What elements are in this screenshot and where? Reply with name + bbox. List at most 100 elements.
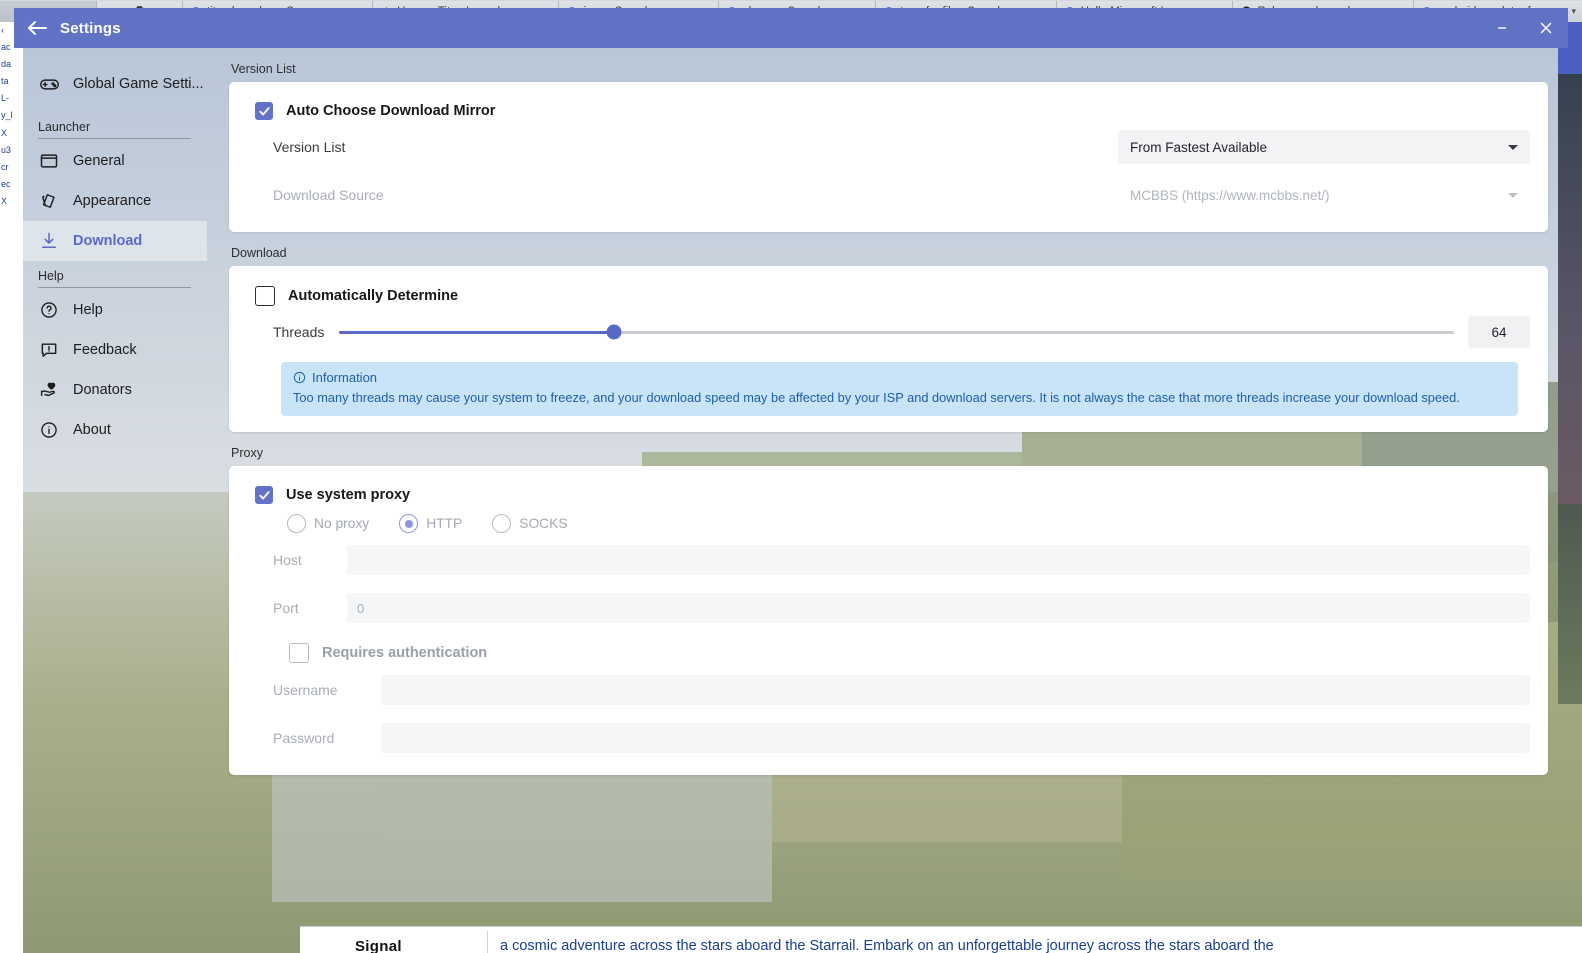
sidebar-item-feedback[interactable]: Feedback xyxy=(14,330,207,370)
proxy-password-row: Password xyxy=(247,717,1530,759)
proxy-username-row: Username xyxy=(247,669,1530,711)
group-label-proxy: Proxy xyxy=(231,446,1548,460)
requires-authentication-checkbox[interactable] xyxy=(289,643,309,663)
sidebar-item-label: Feedback xyxy=(73,342,137,358)
sidebar-item-general[interactable]: General xyxy=(14,141,207,181)
chevron-down-icon xyxy=(1508,145,1518,150)
proxy-card: Use system proxy No proxy HTTP SOCKS Hos… xyxy=(229,466,1548,775)
download-card: Automatically Determine Threads 64 xyxy=(229,266,1548,432)
sidebar-item-label: Download xyxy=(73,233,142,249)
version-list-row: Version List From Fastest Available xyxy=(247,126,1530,168)
close-icon xyxy=(1538,20,1554,36)
proxy-host-input[interactable] xyxy=(347,545,1530,575)
use-system-proxy-row[interactable]: Use system proxy xyxy=(255,486,1530,504)
information-title: Information xyxy=(312,370,377,385)
sidebar-item-label: Global Game Setti... xyxy=(73,76,204,92)
proxy-password-input[interactable] xyxy=(381,723,1530,753)
question-circle-icon xyxy=(38,299,60,321)
auto-choose-download-mirror-row[interactable]: Auto Choose Download Mirror xyxy=(255,102,1530,120)
window-icon xyxy=(38,150,60,172)
download-source-row: Download Source MCBBS (https://www.mcbbs… xyxy=(247,174,1530,216)
information-body: Too many threads may cause your system t… xyxy=(293,389,1506,406)
radio-no-proxy-label: No proxy xyxy=(314,516,369,531)
proxy-username-label: Username xyxy=(247,682,381,698)
sidebar-item-global-game-settings[interactable]: Global Game Setti... xyxy=(14,64,207,104)
version-list-select[interactable]: From Fastest Available xyxy=(1118,130,1530,164)
threads-value-input[interactable]: 64 xyxy=(1468,316,1530,348)
proxy-type-radio-group: No proxy HTTP SOCKS xyxy=(287,514,1530,533)
version-list-field-label: Version List xyxy=(247,139,345,155)
threads-slider[interactable] xyxy=(339,331,1454,334)
threads-row: Threads 64 xyxy=(247,316,1530,348)
back-arrow-icon xyxy=(26,19,48,37)
use-system-proxy-checkbox[interactable] xyxy=(255,486,273,504)
download-source-select-value: MCBBS (https://www.mcbbs.net/) xyxy=(1130,188,1508,203)
info-circle-icon xyxy=(38,419,60,441)
use-system-proxy-label: Use system proxy xyxy=(286,487,410,503)
window-title: Settings xyxy=(60,20,121,37)
proxy-port-input[interactable]: 0 xyxy=(347,593,1530,623)
close-button[interactable] xyxy=(1524,8,1568,48)
chevron-down-icon xyxy=(1508,193,1518,198)
sidebar-item-download[interactable]: Download xyxy=(14,221,207,261)
minimize-button[interactable] xyxy=(1480,8,1524,48)
proxy-host-row: Host xyxy=(247,539,1530,581)
threads-slider-thumb[interactable] xyxy=(607,325,622,340)
version-list-card: Auto Choose Download Mirror Version List… xyxy=(229,82,1548,232)
automatically-determine-label: Automatically Determine xyxy=(288,288,458,304)
requires-authentication-label: Requires authentication xyxy=(322,645,487,661)
information-header: Information xyxy=(293,370,1506,385)
radio-socks[interactable] xyxy=(492,514,511,533)
heart-hand-icon xyxy=(38,379,60,401)
requires-authentication-row[interactable]: Requires authentication xyxy=(289,643,1530,663)
automatically-determine-checkbox[interactable] xyxy=(255,286,275,306)
auto-choose-download-mirror-checkbox[interactable] xyxy=(255,102,273,120)
minimize-icon xyxy=(1495,21,1509,35)
proxy-port-row: Port 0 xyxy=(247,587,1530,629)
proxy-password-label: Password xyxy=(247,730,381,746)
radio-http-label: HTTP xyxy=(426,516,462,531)
auto-choose-download-mirror-label: Auto Choose Download Mirror xyxy=(286,103,495,119)
info-icon xyxy=(293,371,306,384)
chevron-down-icon[interactable]: ▾ xyxy=(1571,6,1576,17)
sidebar-section-help: Help xyxy=(38,269,191,288)
settings-window: Settings Global Game Setti... xyxy=(14,8,1568,938)
sidebar-item-donators[interactable]: Donators xyxy=(14,370,207,410)
version-list-select-value: From Fastest Available xyxy=(1130,140,1508,155)
sidebar-section-launcher: Launcher xyxy=(38,120,191,139)
automatically-determine-row[interactable]: Automatically Determine xyxy=(255,286,1530,306)
radio-no-proxy[interactable] xyxy=(287,514,306,533)
gamepad-icon xyxy=(38,73,60,95)
sidebar-item-about[interactable]: About xyxy=(14,410,207,450)
background-page-left-word: Signal xyxy=(300,939,475,953)
sidebar-item-label: General xyxy=(73,153,125,169)
sidebar: Global Game Setti... Launcher General Ap… xyxy=(14,48,207,938)
proxy-host-label: Host xyxy=(247,552,347,568)
check-icon xyxy=(258,105,271,118)
download-source-select[interactable]: MCBBS (https://www.mcbbs.net/) xyxy=(1118,178,1530,212)
back-button[interactable] xyxy=(14,8,60,48)
proxy-port-label: Port xyxy=(247,600,347,616)
settings-content: Version List Auto Choose Download Mirror… xyxy=(207,48,1568,938)
download-icon xyxy=(38,230,60,252)
download-source-field-label: Download Source xyxy=(247,187,384,203)
background-page-text: a cosmic adventure across the stars aboa… xyxy=(500,939,1274,953)
sidebar-item-label: Help xyxy=(73,302,103,318)
information-box: Information Too many threads may cause y… xyxy=(281,362,1518,416)
check-icon xyxy=(258,489,271,502)
window-controls xyxy=(1480,8,1568,48)
window-title-bar: Settings xyxy=(14,8,1568,48)
feedback-icon xyxy=(38,339,60,361)
proxy-username-input[interactable] xyxy=(381,675,1530,705)
threads-slider-fill xyxy=(339,331,614,334)
sidebar-item-label: About xyxy=(73,422,111,438)
sidebar-item-label: Appearance xyxy=(73,193,151,209)
group-label-download: Download xyxy=(231,246,1548,260)
sidebar-item-label: Donators xyxy=(73,382,132,398)
radio-http[interactable] xyxy=(399,514,418,533)
sidebar-item-help[interactable]: Help xyxy=(14,290,207,330)
sidebar-item-appearance[interactable]: Appearance xyxy=(14,181,207,221)
radio-socks-label: SOCKS xyxy=(519,516,567,531)
threads-label: Threads xyxy=(247,324,331,340)
window-body: Global Game Setti... Launcher General Ap… xyxy=(14,48,1568,938)
